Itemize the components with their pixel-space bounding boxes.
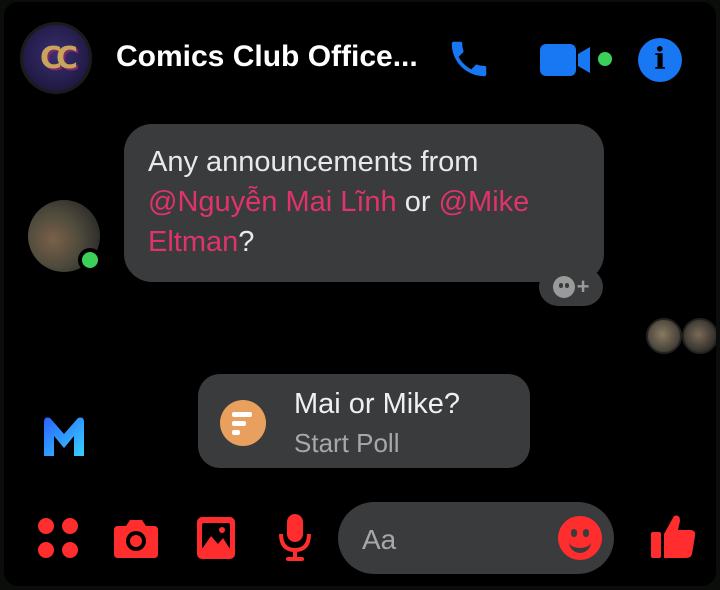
thumbs-up-icon[interactable] bbox=[650, 512, 696, 565]
poll-subtitle: Start Poll bbox=[294, 428, 400, 458]
message-input-placeholder: Aa bbox=[362, 524, 397, 555]
conversation-title[interactable]: Comics Club Office... bbox=[116, 40, 418, 74]
message-text: or bbox=[396, 186, 439, 218]
seen-avatar bbox=[646, 318, 682, 354]
add-reaction-button[interactable]: + bbox=[539, 268, 603, 306]
group-avatar[interactable]: CC bbox=[20, 22, 92, 94]
online-status-dot bbox=[78, 248, 102, 272]
video-camera-icon[interactable] bbox=[540, 42, 612, 83]
group-avatar-initials: CC bbox=[39, 40, 78, 76]
emoji-icon[interactable] bbox=[558, 516, 602, 560]
messenger-chat-window: CC Comics Club Office... i Any announcem… bbox=[4, 2, 716, 586]
mention-link[interactable]: @Nguyễn Mai Lĩnh bbox=[148, 186, 397, 218]
seen-avatar bbox=[682, 318, 716, 354]
video-active-dot bbox=[598, 52, 612, 66]
message-input[interactable]: Aa bbox=[338, 502, 614, 574]
start-poll-suggestion[interactable]: Mai or Mike? Start Poll bbox=[198, 374, 530, 468]
poll-title: Mai or Mike? bbox=[294, 388, 460, 420]
camera-icon[interactable] bbox=[112, 518, 160, 563]
message-text: ? bbox=[238, 226, 255, 258]
messenger-m-logo-icon bbox=[42, 414, 86, 463]
emoji-icon bbox=[552, 276, 575, 298]
sender-avatar[interactable] bbox=[28, 200, 102, 272]
phone-icon[interactable] bbox=[446, 36, 492, 87]
message-text: Any announcements from bbox=[148, 146, 479, 178]
poll-icon bbox=[220, 400, 266, 446]
microphone-icon[interactable] bbox=[278, 512, 312, 567]
apps-icon[interactable] bbox=[38, 518, 78, 558]
plus-icon: + bbox=[576, 274, 590, 299]
info-icon[interactable]: i bbox=[638, 38, 682, 82]
gallery-icon[interactable] bbox=[196, 516, 236, 565]
message-bubble[interactable]: Any announcements from @Nguyễn Mai Lĩnh … bbox=[124, 124, 604, 282]
